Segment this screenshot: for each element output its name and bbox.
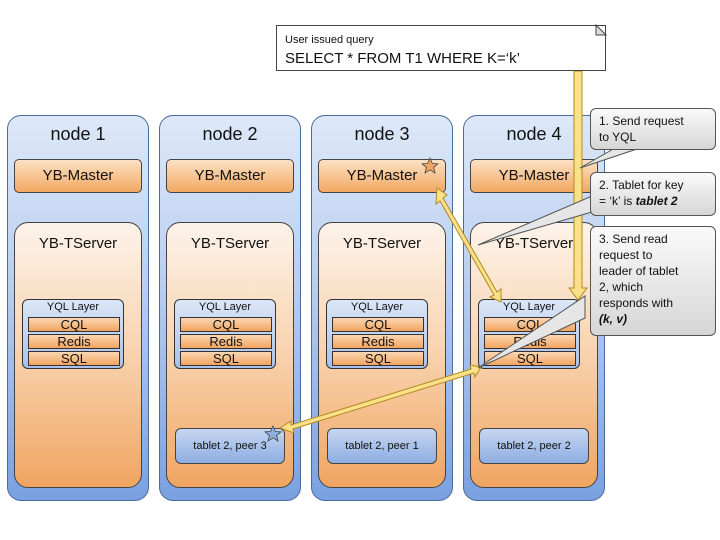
query-statement: SELECT * FROM T1 WHERE K=‘k’: [285, 50, 520, 67]
callout-2-emphasis: tablet 2: [635, 194, 678, 208]
callout-3-line: request to: [599, 248, 653, 262]
query-caption: User issued query: [285, 34, 374, 46]
callout-2-line: 2. Tablet for key: [599, 178, 684, 192]
callout-1-line: to YQL: [599, 130, 637, 144]
callout-3-pointer: [477, 295, 586, 369]
callout-3-line: responds with: [599, 296, 674, 310]
callout-step-3: 3. Send read request to leader of tablet…: [590, 226, 716, 336]
master-yql-arrow: [435, 187, 502, 303]
callout-2-prefix: = ‘k’ is: [599, 194, 636, 208]
yql-tablet-arrow: [278, 364, 482, 434]
callout-3-emphasis: (k, v): [599, 311, 707, 327]
callout-2-line: = ‘k’ is tablet 2: [599, 193, 707, 209]
callout-step-2: 2. Tablet for key = ‘k’ is tablet 2: [590, 172, 716, 216]
callout-3-line: 2, which: [599, 280, 644, 294]
callout-1-pointer: [579, 147, 641, 169]
star-icon: [420, 156, 440, 174]
callout-1-line: 1. Send request: [599, 114, 684, 128]
callout-step-1: 1. Send request to YQL: [590, 108, 716, 150]
query-to-yql-arrow: [568, 70, 588, 301]
callout-3-line: leader of tablet: [599, 264, 679, 278]
user-query-box: User issued query SELECT * FROM T1 WHERE…: [276, 25, 606, 71]
callout-3-emphasis-text: (k, v): [599, 312, 628, 326]
star-icon: [263, 424, 283, 442]
callout-3-line: 3. Send read: [599, 232, 668, 246]
